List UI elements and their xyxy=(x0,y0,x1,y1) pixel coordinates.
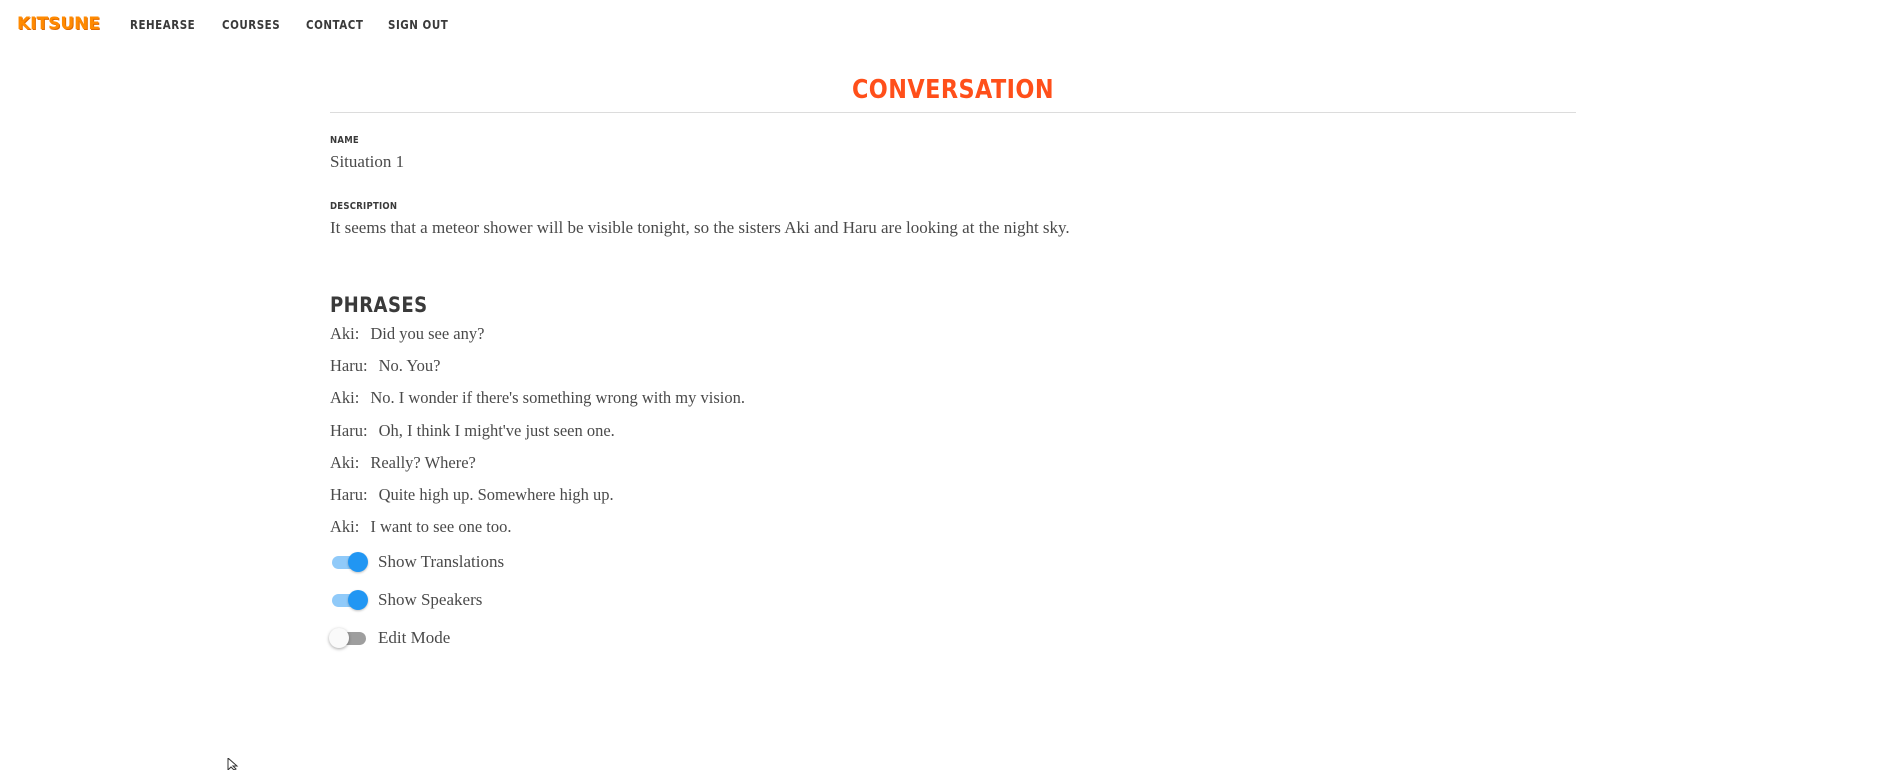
name-value: Situation 1 xyxy=(330,152,405,171)
edit-mode-label: Edit Mode xyxy=(378,628,451,647)
switch-knob xyxy=(348,552,368,572)
phrase-text: Did you see any? xyxy=(370,324,485,343)
name-field: NAME Situation 1 xyxy=(330,135,404,172)
toggle-show-speakers: Show Speakers xyxy=(330,581,504,619)
phrase-row: Aki: No. I wonder if there's something wr… xyxy=(330,388,745,420)
phrase-speaker: Haru: xyxy=(330,420,368,440)
toggle-edit-mode: Edit Mode xyxy=(329,619,504,657)
description-field: DESCRIPTION It seems that a meteor showe… xyxy=(330,201,1070,238)
name-label: NAME xyxy=(330,135,359,146)
phrase-row: Haru: Quite high up. Somewhere high up. xyxy=(330,485,745,517)
phrase-text: No. I wonder if there's something wrong … xyxy=(370,388,745,408)
phrase-row: Aki: Really? Where? xyxy=(330,453,745,485)
nav-links: REHEARSE COURSES CONTACT SIGN OUT xyxy=(130,18,474,32)
title-divider xyxy=(330,112,1576,113)
mouse-pointer-icon xyxy=(227,758,239,770)
phrases-heading: PHRASES xyxy=(330,293,428,318)
phrase-row: Aki: Did you see any? xyxy=(330,324,745,356)
switch-knob xyxy=(348,590,368,610)
phrase-speaker: Aki: xyxy=(330,324,360,343)
phrase-list: Aki: Did you see any? Haru: No. You? Aki: N… xyxy=(330,324,745,549)
switch-knob xyxy=(329,628,349,648)
phrase-text: Really? Where? xyxy=(370,452,476,472)
top-navbar: KITSUNE REHEARSE COURSES CONTACT SIGN OU… xyxy=(0,0,1902,52)
nav-link-rehearse[interactable]: REHEARSE xyxy=(130,18,195,32)
phrase-speaker: Aki: xyxy=(330,452,360,472)
toggle-show-translations: Show Translations xyxy=(330,543,504,581)
phrase-text: I want to see one too. xyxy=(370,517,512,537)
phrase-text: No. You? xyxy=(378,356,441,376)
nav-link-contact[interactable]: CONTACT xyxy=(306,18,363,32)
conversation-panel: CONVERSATION NAME Situation 1 DESCRIPTIO… xyxy=(329,70,1576,648)
nav-link-sign-out[interactable]: SIGN OUT xyxy=(388,18,448,32)
phrase-row: Haru: Oh, I think I might've just seen on… xyxy=(330,421,745,453)
description-value: It seems that a meteor shower will be vi… xyxy=(330,218,1070,237)
description-label: DESCRIPTION xyxy=(330,201,398,212)
nav-link-courses[interactable]: COURSES xyxy=(222,18,280,32)
show-speakers-switch[interactable] xyxy=(330,590,368,610)
phrase-speaker: Haru: xyxy=(330,484,368,504)
page-title: CONVERSATION xyxy=(851,75,1055,105)
show-translations-label: Show Translations xyxy=(378,552,505,571)
toggle-group: Show Translations Show Speakers Edit Mod… xyxy=(329,543,504,657)
phrase-speaker: Aki: xyxy=(330,517,360,537)
show-speakers-label: Show Speakers xyxy=(378,590,483,609)
brand-logo[interactable]: KITSUNE xyxy=(17,14,100,34)
phrase-speaker: Aki: xyxy=(330,388,360,408)
show-translations-switch[interactable] xyxy=(330,552,368,572)
phrase-text: Oh, I think I might've just seen one. xyxy=(378,420,615,440)
phrase-row: Haru: No. You? xyxy=(330,356,745,388)
edit-mode-switch[interactable] xyxy=(329,628,368,648)
phrase-speaker: Haru: xyxy=(330,356,368,376)
phrase-text: Quite high up. Somewhere high up. xyxy=(378,484,614,504)
